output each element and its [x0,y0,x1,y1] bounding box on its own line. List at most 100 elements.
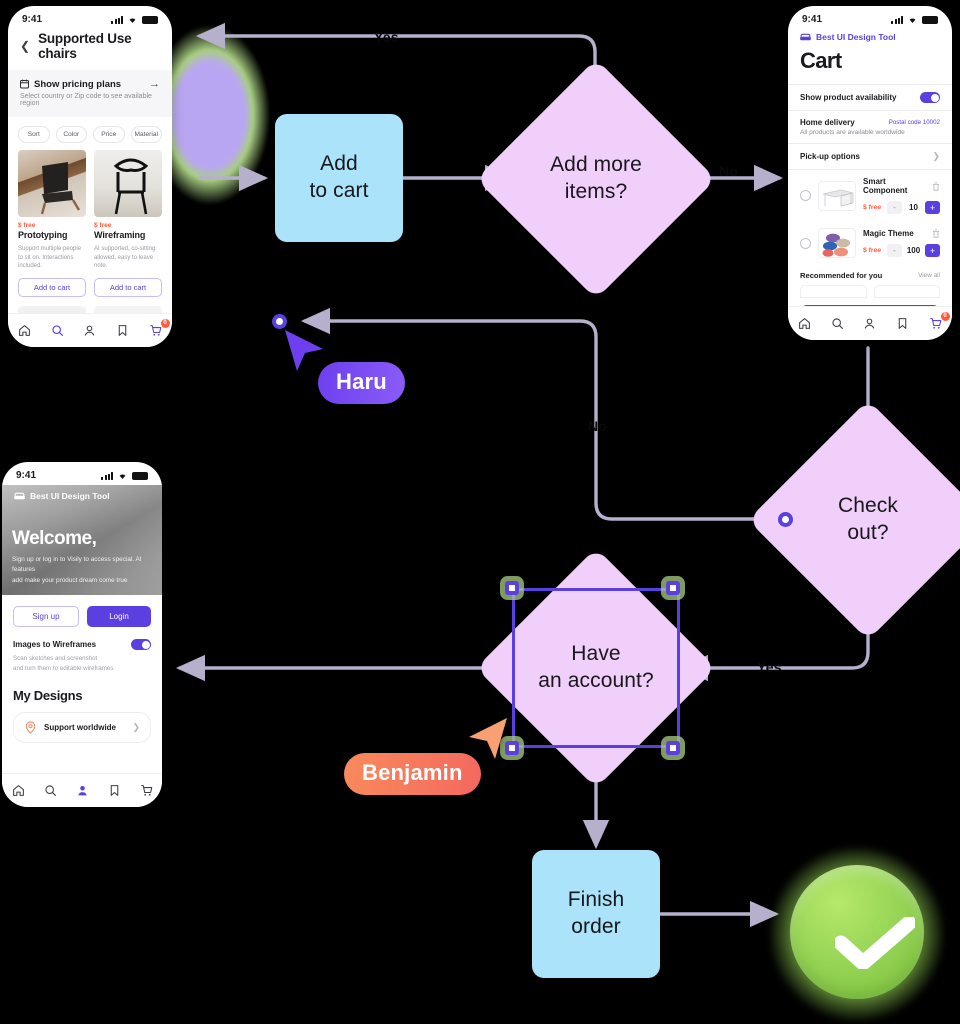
item-radio[interactable] [800,190,811,201]
product-card[interactable]: $ free Prototyping Support multiple peop… [18,150,86,298]
hero-subtitle-line1: Sign up or log in to Visily to access sp… [12,556,142,574]
node-add-to-cart[interactable]: Add to cart [275,114,403,242]
cart-item-row[interactable]: Magic Theme $ free - 100 + [788,221,952,265]
qty-increase-button[interactable]: + [925,244,940,257]
nav-profile-icon[interactable] [79,321,101,341]
chip-price[interactable]: Price [93,126,125,143]
recommended-card[interactable] [873,285,940,298]
chevron-left-icon[interactable]: ❮ [20,39,30,53]
wifi-icon [119,474,126,479]
pricing-plans-banner[interactable]: Show pricing plans → Select country or Z… [8,70,172,117]
product-name: Wireframing [94,230,146,240]
node-finish-order[interactable]: Finish order [532,850,660,978]
bottom-nav[interactable]: 0 [788,306,952,340]
cart-item-row[interactable]: Smart Component $ free - 10 + [788,169,952,221]
desk-silhouette-icon [822,189,854,206]
product-image [18,150,86,217]
delivery-row[interactable]: Home delivery Postal code 10002 All prod… [788,110,952,143]
chip-color[interactable]: Color [55,126,87,143]
images-to-wireframes-toggle[interactable] [131,639,151,650]
quantity-stepper[interactable]: - 100 + [887,244,940,257]
support-worldwide-row[interactable]: Support worldwide ❯ [13,711,151,743]
nav-search-icon[interactable] [826,314,848,334]
trash-icon[interactable] [932,229,940,238]
product-name: Prototyping [18,230,68,240]
pickup-row[interactable]: Pick-up options ❯ [788,143,952,169]
node-check-out[interactable]: Check out? [747,399,960,641]
chip-sort[interactable]: Sort [18,126,50,143]
recommended-card[interactable] [800,285,867,298]
node-add-more-items[interactable]: Add more items? [475,58,717,300]
product-card[interactable]: $ free Wireframing AI supported, co-sitt… [94,150,162,298]
qty-decrease-button[interactable]: - [887,244,902,257]
phone-welcome[interactable]: 9:41 Best UI Design Tool Welcome, Sign u… [2,462,162,807]
quantity-stepper[interactable]: - 10 + [887,201,940,214]
chair-silhouette-icon [113,158,149,215]
bottom-nav[interactable] [2,773,162,807]
nav-search-icon[interactable] [46,321,68,341]
chevron-right-icon[interactable]: ❯ [132,722,140,733]
filter-chips: Sort Color Price Material [8,117,172,150]
nav-home-icon[interactable] [793,314,815,334]
qty-value: 10 [909,203,918,212]
hero-subtitle-line2: add make your product dream come true [12,577,128,585]
app-brand-name: Best UI Design Tool [30,491,110,501]
location-pin-icon [25,721,36,734]
sign-up-button[interactable]: Sign up [13,606,79,627]
phone-supported-use-chairs[interactable]: 9:41 ❮ Supported Use chairs Show pricing… [8,6,172,347]
cursor-haru[interactable] [281,327,329,375]
nav-cart-icon[interactable]: 0 [145,318,170,341]
selection-frame [512,588,680,748]
availability-row[interactable]: Show product availability [788,84,952,110]
hero-title: Welcome, [12,528,97,550]
nav-cart-icon[interactable] [135,781,157,801]
node-add-more-items-line1: Add more [550,153,642,177]
edge-label-add-more-yes: Yes [374,29,399,45]
login-button[interactable]: Login [87,606,151,627]
bottom-nav[interactable]: 0 [8,313,172,347]
images-to-wireframes-row[interactable]: Images to Wireframes Scan sketches and s… [2,627,162,674]
item-thumbnail [818,180,856,211]
chevron-right-icon[interactable]: ❯ [932,151,940,162]
app-brand: Best UI Design Tool [788,29,952,42]
nav-search-icon[interactable] [39,781,61,801]
chip-material[interactable]: Material [130,126,162,143]
nav-home-icon[interactable] [13,321,35,341]
add-to-cart-button[interactable]: Add to cart [18,278,86,298]
nav-home-icon[interactable] [7,781,29,801]
recommended-view-all[interactable]: View all [918,272,940,279]
nav-bookmark-icon[interactable] [112,321,134,341]
node-check-out-line1: Check [837,494,899,518]
item-radio[interactable] [800,237,811,249]
availability-toggle[interactable] [920,92,940,103]
qty-increase-button[interactable]: + [925,201,940,214]
availability-label: Show product availability [800,93,897,102]
product-desc: Support multiple people to sit on. Inter… [18,246,82,270]
towels-silhouette-icon [822,233,850,257]
status-time: 9:41 [16,470,37,481]
sofa-icon [14,492,25,499]
pricing-plans-subtitle: Select country or Zip code to see availa… [20,93,152,107]
postal-code-link[interactable]: Postal code 10002 [889,119,940,126]
phone-cart[interactable]: 9:41 Best UI Design Tool Cart Show produ… [788,6,952,340]
item-price: $ free [863,204,882,211]
connector-anchor-check-out[interactable] [778,512,793,527]
qty-decrease-button[interactable]: - [887,201,902,214]
nav-profile-icon[interactable] [71,781,93,801]
node-finish-order-line2: order [571,915,621,938]
nav-profile-icon[interactable] [859,314,881,334]
page-title: Cart [800,48,842,73]
resize-handle-bottom-right[interactable] [666,741,680,755]
design-canvas[interactable]: Yes No No Yes Add to cart Add more items… [0,0,960,1024]
images-to-wireframes-sub-line1: Scan sketches and screenshot [13,655,98,662]
resize-handle-top-right[interactable] [666,581,680,595]
resize-handle-top-left[interactable] [505,581,519,595]
qty-value: 100 [906,246,921,255]
nav-cart-icon[interactable]: 0 [925,311,950,334]
signal-icon [101,471,113,480]
arrow-right-icon[interactable]: → [149,78,160,90]
trash-icon[interactable] [932,181,940,191]
nav-bookmark-icon[interactable] [103,781,125,801]
nav-bookmark-icon[interactable] [892,314,914,334]
add-to-cart-button[interactable]: Add to cart [94,278,162,298]
